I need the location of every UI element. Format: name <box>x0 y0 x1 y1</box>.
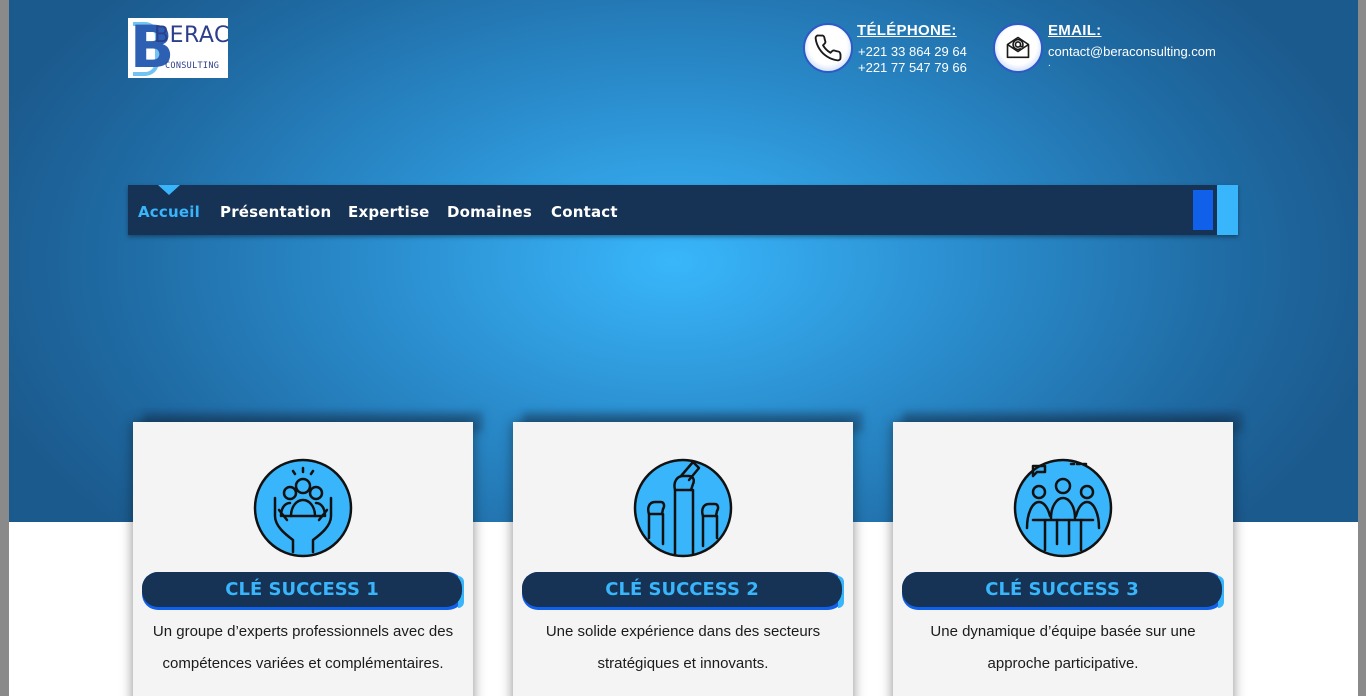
card-title-bar: CLÉ SUCCESS 2 <box>522 572 844 610</box>
envelope-icon <box>993 23 1043 73</box>
logo-name: BERAC <box>154 23 228 48</box>
nav-item-presentation[interactable]: Présentation <box>220 203 331 221</box>
nav-item-domaines[interactable]: Domaines <box>447 203 532 221</box>
card-title-bar: CLÉ SUCCESS 3 <box>902 572 1224 610</box>
card-title-inner: CLÉ SUCCESS 3 <box>902 572 1222 607</box>
success-card-3: CLÉ SUCCESS 3 Une dynamique d’équipe bas… <box>893 422 1233 696</box>
card-title-inner: CLÉ SUCCESS 1 <box>142 572 462 607</box>
team-meeting-icon <box>1013 458 1113 558</box>
page: B BERAC CONSULTING TÉLÉPHONE: +221 33 86… <box>9 0 1358 696</box>
phone-label: TÉLÉPHONE: <box>857 22 957 39</box>
logo-subtitle: CONSULTING <box>165 61 220 71</box>
card-description-line-1: Une solide expérience dans des secteurs <box>545 623 821 640</box>
card-description-line-1: Une dynamique d’équipe basée sur une <box>930 623 1196 640</box>
card-description-line-2: stratégiques et innovants. <box>597 655 769 672</box>
nav-accent-button[interactable] <box>1193 190 1213 230</box>
nav-search-button[interactable] <box>1217 185 1238 235</box>
card-title-inner: CLÉ SUCCESS 2 <box>522 572 842 607</box>
logo[interactable]: B BERAC CONSULTING <box>128 18 228 78</box>
card-description: Une solide expérience dans des secteurs … <box>519 616 847 680</box>
card-title-bar: CLÉ SUCCESS 1 <box>142 572 464 610</box>
card-description-line-1: Un groupe d’experts professionnels avec … <box>152 623 454 640</box>
card-title: CLÉ SUCCESS 1 <box>225 579 379 600</box>
card-description-line-2: approche participative. <box>987 655 1139 672</box>
card-title: CLÉ SUCCESS 2 <box>605 579 759 600</box>
main-navbar: Accueil Présentation Expertise Domaines … <box>128 185 1238 235</box>
email-extra: . <box>1048 58 1051 69</box>
active-caret-icon <box>158 185 180 195</box>
phone-icon <box>803 23 853 73</box>
nav-item-contact[interactable]: Contact <box>551 203 618 221</box>
hands-group-icon <box>253 458 353 558</box>
card-description: Un groupe d’experts professionnels avec … <box>139 616 467 680</box>
success-card-1: CLÉ SUCCESS 1 Un groupe d’experts profes… <box>133 422 473 696</box>
raised-fists-icon <box>633 458 733 558</box>
card-description-line-2: compétences variées et complémentaires. <box>162 655 444 672</box>
card-description: Une dynamique d’équipe basée sur une app… <box>899 616 1227 680</box>
nav-item-expertise[interactable]: Expertise <box>348 203 429 221</box>
phone-number-1[interactable]: +221 33 864 29 64 <box>858 44 967 59</box>
email-label: EMAIL: <box>1048 22 1102 39</box>
nav-item-accueil[interactable]: Accueil <box>138 203 200 221</box>
phone-number-2[interactable]: +221 77 547 79 66 <box>858 60 967 75</box>
email-address[interactable]: contact@beraconsulting.com <box>1048 44 1216 59</box>
card-title: CLÉ SUCCESS 3 <box>985 579 1139 600</box>
success-card-2: CLÉ SUCCESS 2 Une solide expérience dans… <box>513 422 853 696</box>
